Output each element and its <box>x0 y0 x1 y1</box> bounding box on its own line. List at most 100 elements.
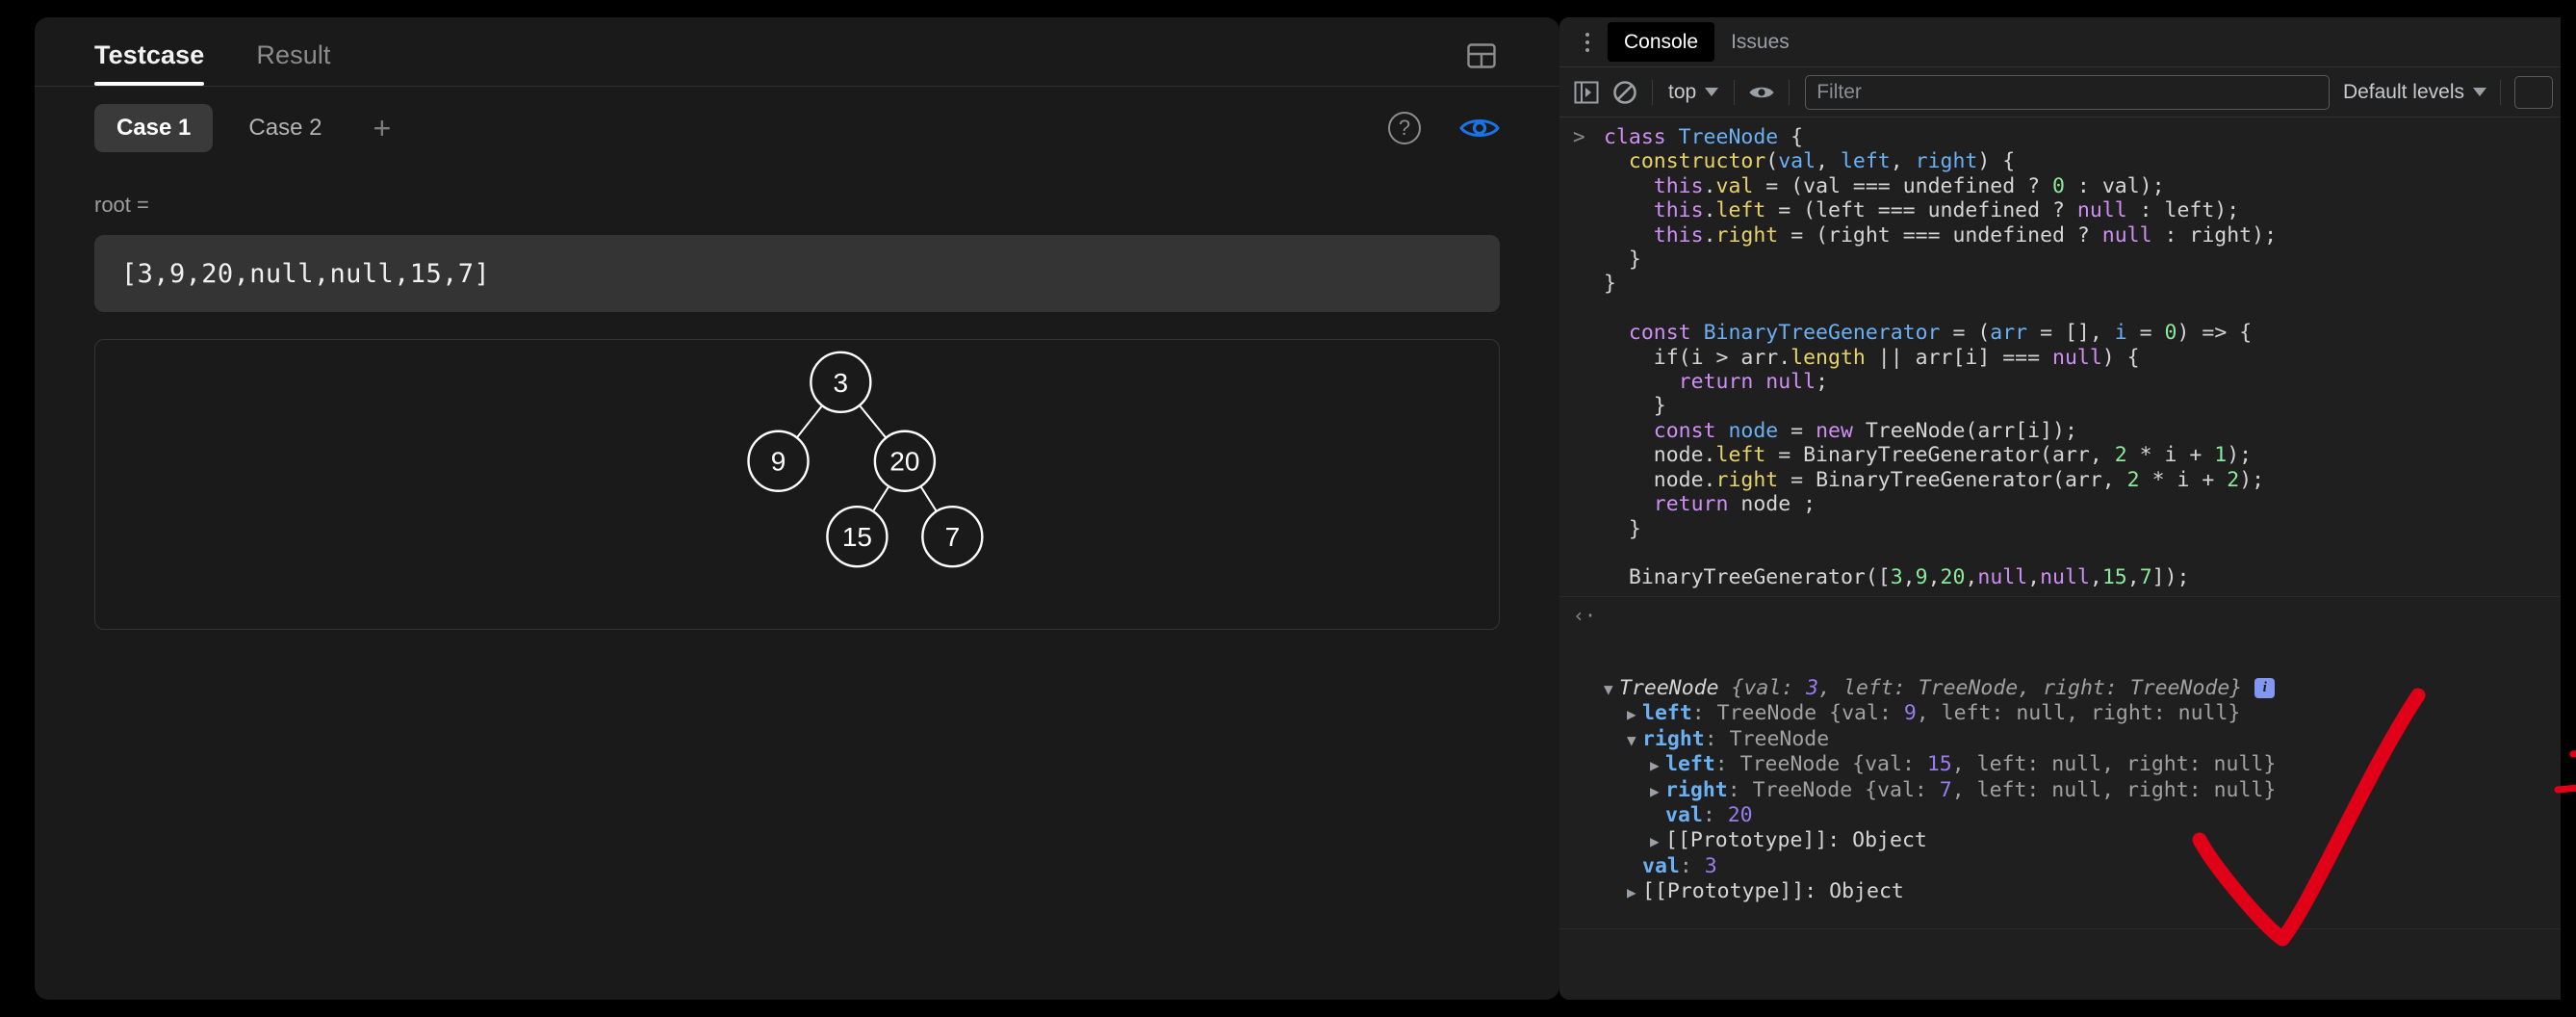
input-prompt-arrow: > <box>1573 125 1585 148</box>
console-object-row[interactable]: ▶ [[Prototype]]: Object <box>1604 828 2561 853</box>
clear-console-icon[interactable] <box>1606 73 1644 112</box>
console-code-line: this.val = (val === undefined ? 0 : val)… <box>1653 173 2165 198</box>
console-code-line: } <box>1604 516 1641 541</box>
tab-result-label: Result <box>256 40 331 69</box>
disclosure-triangle-icon[interactable]: ▶ <box>1650 829 1665 853</box>
console-filter-input[interactable] <box>1805 74 2330 110</box>
console-code-line: const node = new TreeNode(arr[i]); <box>1653 418 2077 443</box>
tree-node-value: 3 <box>834 368 849 398</box>
panel-layout-icon[interactable] <box>1467 43 1496 68</box>
property-name: right <box>1642 726 1705 751</box>
property-value: 7 <box>1939 777 1952 802</box>
console-input-code: class TreeNode { constructor(val, left, … <box>1559 125 2561 590</box>
console-code-line: class TreeNode { <box>1604 125 1804 149</box>
testcase-input-box[interactable]: [3,9,20,null,null,15,7] <box>94 235 1500 312</box>
log-levels-label: Default levels <box>2342 80 2464 103</box>
case-selector-row: Case 1 Case 2 + ? <box>35 87 1559 170</box>
testcase-input-value: [3,9,20,null,null,15,7] <box>121 258 491 289</box>
tab-testcase[interactable]: Testcase <box>94 40 205 86</box>
console-object-row[interactable]: val: 3 <box>1604 854 2561 879</box>
console-code-line: } <box>1604 394 1666 419</box>
console-code-line: const BinaryTreeGenerator = (arr = [], i… <box>1628 321 2253 346</box>
console-object-row[interactable]: ▶ left: TreeNode {val: 9, left: null, rig… <box>1604 701 2561 726</box>
property-text: : <box>1679 853 1705 878</box>
property-value: 15 <box>1926 752 1952 777</box>
property-name: left <box>1642 701 1692 726</box>
info-icon[interactable]: i <box>2254 678 2276 699</box>
console-object-row[interactable]: ▶ left: TreeNode {val: 15, left: null, ri… <box>1604 752 2561 777</box>
property-tail: , left: null, right: null} <box>1951 777 2277 802</box>
more-options-icon[interactable] <box>1575 28 1600 57</box>
disclosure-triangle-icon[interactable]: ▶ <box>1650 779 1665 803</box>
case-chip-2[interactable]: Case 2 <box>226 104 344 152</box>
console-input-group[interactable]: > class TreeNode { constructor(val, left… <box>1559 117 2561 596</box>
console-output-object[interactable]: ▼ TreeNode {val: 3, left: TreeNode, right… <box>1604 676 2561 905</box>
tree-node-value: 9 <box>771 447 786 477</box>
disclosure-triangle-icon[interactable]: ▼ <box>1604 677 1619 701</box>
disclosure-triangle-icon[interactable] <box>1650 804 1665 828</box>
prototype-row-text: [[Prototype]]: Object <box>1665 828 1927 853</box>
execution-context-selector[interactable]: top <box>1661 77 1726 108</box>
tab-console[interactable]: Console <box>1608 21 1715 63</box>
console-object-row[interactable]: ▼ right: TreeNode <box>1604 727 2561 752</box>
console-code-line: this.right = (right === undefined ? null… <box>1653 222 2278 248</box>
tree-edge <box>917 482 940 515</box>
tree-node-value: 20 <box>889 447 919 477</box>
log-levels-selector[interactable]: Default levels <box>2337 77 2492 108</box>
console-code-line: node.right = BinaryTreeGenerator(arr, 2 … <box>1604 467 2265 492</box>
plus-icon: + <box>373 111 392 145</box>
tree-edge <box>793 402 826 442</box>
tab-result[interactable]: Result <box>256 40 330 86</box>
tree-node-value: 7 <box>945 522 961 552</box>
property-name: right <box>1665 777 1728 802</box>
console-code-line <box>1559 297 2561 321</box>
console-code-line: } <box>1604 272 1616 297</box>
object-preview: {val: <box>1718 675 1807 700</box>
disclosure-triangle-icon[interactable]: ▼ <box>1627 728 1642 752</box>
add-case-button[interactable]: + <box>357 107 406 149</box>
return-value-arrow: ‹· <box>1573 603 1597 627</box>
console-object-row[interactable]: ▶ [[Prototype]]: Object <box>1604 879 2561 904</box>
console-object-summary[interactable]: ▼ TreeNode {val: 3, left: TreeNode, right… <box>1604 676 2561 701</box>
object-val: 3 <box>1806 675 1819 700</box>
sidebar-toggle-icon[interactable] <box>1567 73 1606 112</box>
help-icon[interactable]: ? <box>1388 112 1421 144</box>
property-tail: , left: null, right: null} <box>1916 701 2241 726</box>
property-name: left <box>1665 752 1715 777</box>
variable-label: root = <box>94 193 149 217</box>
screen-root: Testcase Result Case 1 Case 2 + ? root =… <box>0 0 2576 1017</box>
console-object-row[interactable]: val: 20 <box>1604 803 2561 828</box>
property-text: : TreeNode {val: <box>1727 777 1940 802</box>
disclosure-triangle-icon[interactable]: ▶ <box>1627 880 1642 904</box>
console-toolbar: top Default levels <box>1559 67 2561 117</box>
disclosure-triangle-icon[interactable] <box>1627 855 1642 879</box>
live-expression-eye-icon[interactable] <box>1742 73 1781 112</box>
case-chip-1-label: Case 1 <box>116 115 192 141</box>
testcase-panel: Testcase Result Case 1 Case 2 + ? root =… <box>35 17 1559 1000</box>
property-name: val <box>1642 853 1680 878</box>
disclosure-triangle-icon[interactable]: ▶ <box>1650 753 1665 777</box>
tab-console-label: Console <box>1624 30 1699 53</box>
toolbar-divider-4 <box>2500 79 2501 105</box>
toolbar-divider-2 <box>1734 79 1736 105</box>
console-code-line: } <box>1604 248 1641 273</box>
prototype-row-text: [[Prototype]]: Object <box>1642 879 1904 904</box>
console-code-line: return node ; <box>1653 492 1816 517</box>
property-value: 20 <box>1727 802 1753 827</box>
disclosure-triangle-icon[interactable]: ▶ <box>1627 702 1642 726</box>
console-code-line: node.left = BinaryTreeGenerator(arr, 2 *… <box>1604 443 2253 468</box>
case-chip-2-label: Case 2 <box>248 115 322 141</box>
devtools-footer <box>1559 928 2561 944</box>
console-object-row[interactable]: ▶ right: TreeNode {val: 7, left: null, ri… <box>1604 778 2561 803</box>
property-name: val <box>1665 802 1703 827</box>
toolbar-divider-1 <box>1652 79 1653 105</box>
tab-issues[interactable]: Issues <box>1714 22 1806 62</box>
console-code-line: this.left = (left === undefined ? null :… <box>1653 198 2240 223</box>
toolbar-overflow-button[interactable] <box>2514 75 2553 109</box>
case-chip-1[interactable]: Case 1 <box>94 104 214 152</box>
property-value: 3 <box>1704 853 1717 878</box>
console-body: > class TreeNode { constructor(val, left… <box>1559 117 2561 944</box>
tree-visualization-box: 3 9 20 15 7 <box>94 339 1500 630</box>
testcase-tabbar: Testcase Result <box>35 17 1559 87</box>
eye-icon[interactable] <box>1459 114 1500 143</box>
